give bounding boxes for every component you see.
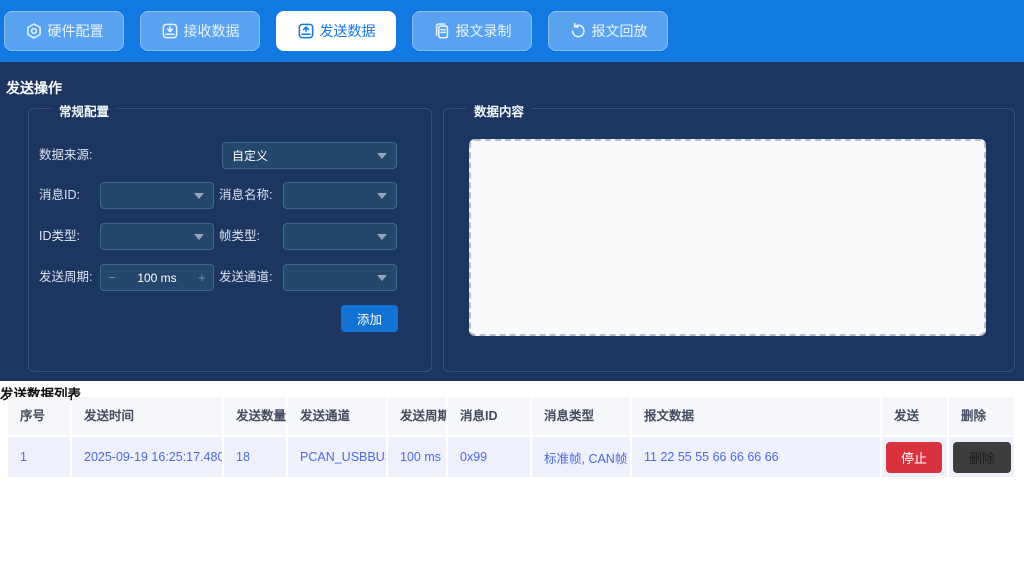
chevron-down-icon [194,234,204,240]
col-time: 发送时间 [72,397,222,435]
col-period: 发送周期 [388,397,446,435]
tab-hardware-config[interactable]: 硬件配置 [4,11,124,51]
chevron-down-icon [194,193,204,199]
tab-label: 硬件配置 [48,21,104,41]
col-index: 序号 [8,397,70,435]
frame-type-select[interactable] [283,223,397,250]
general-config-legend: 常规配置 [51,101,117,120]
send-channel-select[interactable] [283,264,397,291]
data-content-textarea[interactable] [469,139,986,336]
cell-msg-id: 0x99 [448,437,530,477]
tab-send-data[interactable]: 发送数据 [276,11,396,51]
col-delete: 删除 [949,397,1014,435]
send-data-icon [297,22,315,40]
send-operation-section: 发送操作 常规配置 数据来源: 自定义 消息ID: 消息名称: ID类型: 帧类… [0,62,1024,381]
receive-data-icon [161,22,179,40]
id-type-select[interactable] [100,223,214,250]
data-content-legend: 数据内容 [466,101,532,120]
send-period-value[interactable]: 100 ms [123,271,191,285]
send-channel-label: 发送通道: [219,264,272,291]
table-row: 1 2025-09-19 16:25:17.480 18 PCAN_USBBUS… [8,437,1014,477]
stepper-minus-button[interactable]: − [101,270,123,285]
cell-channel: PCAN_USBBUS1 [288,437,386,477]
chevron-down-icon [377,275,387,281]
message-id-label: 消息ID: [39,182,80,209]
message-name-select[interactable] [283,182,397,209]
col-msg-type: 消息类型 [532,397,630,435]
frame-type-label: 帧类型: [219,223,260,250]
data-source-select[interactable]: 自定义 [222,142,397,169]
general-config-panel: 常规配置 数据来源: 自定义 消息ID: 消息名称: ID类型: 帧类型: [28,108,432,372]
col-channel: 发送通道 [288,397,386,435]
message-replay-icon [569,22,587,40]
send-data-table: 序号 发送时间 发送数量 发送通道 发送周期 消息ID 消息类型 报文数据 发送… [8,397,1014,477]
cell-data: 11 22 55 55 66 66 66 66 [632,437,880,477]
cell-index: 1 [8,437,70,477]
tab-receive-data[interactable]: 接收数据 [140,11,260,51]
id-type-label: ID类型: [39,223,80,250]
cell-msg-type: 标准帧, CAN帧 [532,437,630,477]
message-name-label: 消息名称: [219,182,272,209]
cell-count: 18 [224,437,286,477]
col-send: 发送 [882,397,947,435]
col-data: 报文数据 [632,397,880,435]
tab-message-record[interactable]: 报文录制 [412,11,532,51]
add-button[interactable]: 添加 [341,305,398,332]
message-record-icon [433,22,451,40]
col-count: 发送数量 [224,397,286,435]
tab-label: 接收数据 [184,21,240,41]
col-msg-id: 消息ID [448,397,530,435]
tab-label: 发送数据 [320,21,376,41]
top-toolbar: 硬件配置 接收数据 发送数据 报文录制 报文回放 [0,0,1024,62]
cell-period: 100 ms [388,437,446,477]
cell-send: 停止 [882,437,947,477]
chevron-down-icon [377,234,387,240]
delete-button[interactable]: 删除 [953,442,1011,473]
tab-label: 报文录制 [456,21,512,41]
message-id-select[interactable] [100,182,214,209]
stepper-plus-button[interactable]: + [191,270,213,285]
send-period-stepper: − 100 ms + [100,264,214,291]
chevron-down-icon [377,193,387,199]
cell-delete: 删除 [949,437,1014,477]
data-content-panel: 数据内容 [443,108,1015,372]
table-header-row: 序号 发送时间 发送数量 发送通道 发送周期 消息ID 消息类型 报文数据 发送… [8,397,1014,435]
chevron-down-icon [377,153,387,159]
tab-message-replay[interactable]: 报文回放 [548,11,668,51]
send-period-label: 发送周期: [39,264,92,291]
data-source-value: 自定义 [232,147,268,164]
hardware-config-icon [25,22,43,40]
page-title: 发送操作 [6,78,62,98]
data-source-label: 数据来源: [39,142,92,169]
tab-label: 报文回放 [592,21,648,41]
stop-button[interactable]: 停止 [886,442,942,473]
cell-time: 2025-09-19 16:25:17.480 [72,437,222,477]
